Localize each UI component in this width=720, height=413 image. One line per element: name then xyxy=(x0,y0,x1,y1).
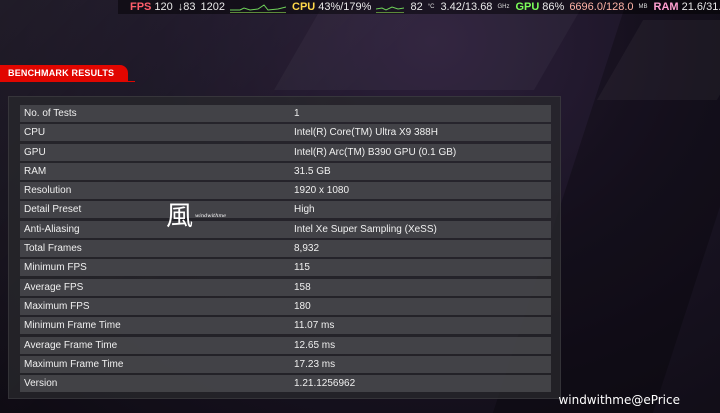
result-key: Minimum Frame Time xyxy=(24,320,121,332)
cpu-clock-value: 3.42/13.68 xyxy=(440,1,493,13)
result-row: Average FPS 158 xyxy=(20,278,551,296)
result-key: Version xyxy=(24,378,58,390)
result-row: Detail Preset High xyxy=(20,201,551,219)
result-key: Maximum FPS xyxy=(24,300,90,312)
results-panel: No. of Tests 1 CPU Intel(R) Core(TM) Ultra … xyxy=(8,96,561,399)
result-key: GPU xyxy=(24,146,46,158)
result-row: Version 1.21.1256962 xyxy=(20,375,551,393)
result-value: High xyxy=(294,204,315,216)
cpu-label: CPU xyxy=(292,1,316,13)
result-value: Intel(R) Arc(TM) B390 GPU (0.1 GB) xyxy=(294,146,457,158)
result-row: Anti-Aliasing Intel Xe Super Sampling (Xe… xyxy=(20,220,551,238)
result-row: RAM 31.5 GB xyxy=(20,162,551,180)
result-value: 1 xyxy=(294,108,300,119)
temperature-graph-icon xyxy=(376,2,405,13)
watermark-small-text: windwithme xyxy=(195,213,227,219)
result-key: CPU xyxy=(24,127,46,139)
result-value: 1920 x 1080 xyxy=(294,185,350,197)
fps-high-value: 1202 xyxy=(200,1,225,13)
result-row: GPU Intel(R) Arc(TM) B390 GPU (0.1 GB) xyxy=(20,143,551,161)
result-row: No. of Tests 1 xyxy=(20,105,551,122)
result-value: Intel(R) Core(TM) Ultra X9 388H xyxy=(294,127,438,139)
result-value: 180 xyxy=(294,300,311,312)
cpu-clock-unit: GHz xyxy=(497,4,510,10)
credit-text: windwithme@ePrice xyxy=(558,393,680,407)
gpu-usage-value: 86% xyxy=(542,1,565,13)
result-row: Minimum Frame Time 11.07 ms xyxy=(20,317,551,335)
result-value: 8,932 xyxy=(294,243,320,255)
result-key: Resolution xyxy=(24,185,72,197)
cpu-usage-value: 43%/179% xyxy=(318,1,372,13)
result-key: Minimum FPS xyxy=(24,262,87,274)
fps-graph-icon xyxy=(230,2,286,13)
vram-unit: MB xyxy=(638,4,648,10)
result-key: RAM xyxy=(24,165,47,177)
results-table: No. of Tests 1 CPU Intel(R) Core(TM) Ultra … xyxy=(20,105,551,394)
result-row: Maximum Frame Time 17.23 ms xyxy=(20,355,551,373)
result-value: 11.07 ms xyxy=(294,320,335,332)
cpu-temp-unit: °C xyxy=(427,4,435,10)
performance-overlay: FPS 120 ↓83 1202 CPU 43%/179% 82 °C 3.42… xyxy=(118,0,720,14)
fps-value: 120 xyxy=(154,1,173,13)
result-value: 1.21.1256962 xyxy=(294,378,356,390)
watermark-glyph: 風 xyxy=(166,201,193,232)
fps-low: 83 xyxy=(183,1,196,13)
result-key: Detail Preset xyxy=(24,204,82,216)
vram-value: 6696.0/128.0 xyxy=(569,1,634,13)
result-value: 115 xyxy=(294,262,310,274)
fps-label: FPS xyxy=(130,1,152,13)
result-value: 12.65 ms xyxy=(294,339,336,351)
result-value: 31.5 GB xyxy=(294,165,331,177)
result-row: CPU Intel(R) Core(TM) Ultra X9 388H xyxy=(20,124,551,142)
ram-label: RAM xyxy=(653,1,679,13)
result-row: Maximum FPS 180 xyxy=(20,297,551,315)
result-key: Total Frames xyxy=(24,243,82,255)
header-title: BENCHMARK RESULTS xyxy=(8,68,115,78)
ram-value: 21.6/31.5 xyxy=(681,1,720,13)
header-underline xyxy=(0,81,135,82)
gpu-label: GPU xyxy=(515,1,540,13)
fps-low-value: ↓83 xyxy=(177,1,196,13)
result-value: 17.23 ms xyxy=(294,358,336,370)
result-key: Average FPS xyxy=(24,281,84,293)
result-value: Intel Xe Super Sampling (XeSS) xyxy=(294,223,437,235)
benchmark-results-header: BENCHMARK RESULTS xyxy=(0,65,128,81)
result-value: 158 xyxy=(294,281,311,293)
result-row: Average Frame Time 12.65 ms xyxy=(20,336,551,354)
result-row: Total Frames 8,932 xyxy=(20,240,551,258)
result-key: No. of Tests xyxy=(24,108,77,119)
result-key: Anti-Aliasing xyxy=(24,223,80,235)
result-row: Minimum FPS 115 xyxy=(20,259,551,277)
result-key: Maximum Frame Time xyxy=(24,358,124,370)
result-key: Average Frame Time xyxy=(24,339,118,351)
result-row: Resolution 1920 x 1080 xyxy=(20,182,551,200)
cpu-temp-value: 82 xyxy=(410,1,423,13)
